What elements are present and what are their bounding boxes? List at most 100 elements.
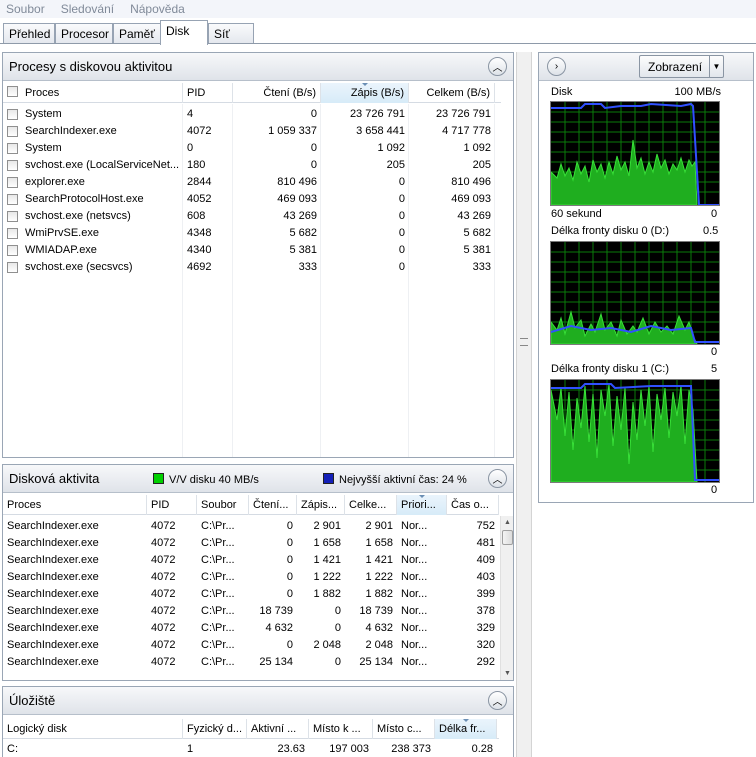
cell-read: 18 739 xyxy=(259,605,293,617)
col-header-read[interactable]: Čtení... xyxy=(249,495,297,515)
cell-pid: 4072 xyxy=(151,537,176,549)
cell-read: 5 682 xyxy=(289,227,317,239)
row-checkbox[interactable] xyxy=(7,177,18,188)
row-checkbox[interactable] xyxy=(7,194,18,205)
cell-write: 0 xyxy=(398,210,405,222)
cell-pid: 4072 xyxy=(151,622,176,634)
col-header-read[interactable]: Čtení (B/s) xyxy=(233,83,321,103)
panel-splitter[interactable] xyxy=(516,52,532,757)
scroll-up-arrow-icon[interactable]: ▲ xyxy=(501,516,513,529)
tab-network[interactable]: Síť xyxy=(208,23,254,43)
cell-pid: 4072 xyxy=(151,520,176,532)
processes-panel-header[interactable]: Procesy s diskovou aktivitou ︿ xyxy=(3,53,513,81)
row-checkbox[interactable] xyxy=(7,126,18,137)
row-checkbox[interactable] xyxy=(7,143,18,154)
cell-write: 2 901 xyxy=(313,520,341,532)
legend-active-swatch xyxy=(323,473,334,484)
col-header-total-space[interactable]: Místo c... xyxy=(373,719,435,739)
cell-pid: 4348 xyxy=(187,227,212,239)
row-checkbox[interactable] xyxy=(7,228,18,239)
col-header-write[interactable]: Zápis (B/s) xyxy=(321,83,409,103)
menu-item-monitor[interactable]: Sledování xyxy=(61,2,114,16)
cell-process: svchost.exe (netsvcs) xyxy=(3,208,183,225)
cell-write: 0 xyxy=(334,656,341,668)
col-header-process[interactable]: Proces xyxy=(3,495,147,515)
collapse-storage-button[interactable]: ︿ xyxy=(488,691,507,710)
row-checkbox[interactable] xyxy=(7,109,18,120)
tab-disk[interactable]: Disk xyxy=(160,20,208,45)
collapse-processes-button[interactable]: ︿ xyxy=(488,57,507,76)
cell-pid: 2844 xyxy=(187,176,212,188)
cell-write: 1 092 xyxy=(377,142,405,154)
disk-activity-panel-header[interactable]: Disková aktivita V/V disku 40 MB/s Nejvy… xyxy=(3,465,513,493)
cell-pid: 4072 xyxy=(151,639,176,651)
cell-write: 0 xyxy=(398,227,405,239)
cell-read: 0 xyxy=(310,142,317,154)
queue-c-graph-svg xyxy=(550,380,719,483)
cell-read: 5 381 xyxy=(289,244,317,256)
chevron-up-icon: ︿ xyxy=(492,697,503,708)
cell-file: C:\Pr... xyxy=(201,571,235,583)
disk-activity-table-body: SearchIndexer.exe 4072 C:\Pr... 0 2 901 2 901… xyxy=(3,516,499,680)
cell-file: C:\Pr... xyxy=(201,588,235,600)
chevron-up-icon: ︿ xyxy=(492,475,503,486)
tab-memory[interactable]: Paměť xyxy=(113,23,161,43)
dropdown-arrow-icon[interactable]: ▼ xyxy=(709,56,723,77)
cell-read: 25 134 xyxy=(259,656,293,668)
disk-graph-min: 0 xyxy=(711,208,718,220)
cell-write: 1 222 xyxy=(313,571,341,583)
col-header-process[interactable]: Proces xyxy=(3,83,183,103)
col-header-pid[interactable]: PID xyxy=(183,83,233,103)
col-header-write[interactable]: Zápis... xyxy=(297,495,345,515)
queue-d-graph-title: Délka fronty disku 0 (D:) xyxy=(551,225,669,237)
processes-panel-title: Procesy s diskovou aktivitou xyxy=(9,59,173,74)
tab-cpu[interactable]: Procesor xyxy=(55,23,113,43)
row-checkbox[interactable] xyxy=(7,262,18,273)
view-button[interactable]: Zobrazení ▼ xyxy=(639,55,724,78)
tab-overview[interactable]: Přehled xyxy=(3,23,55,43)
cell-read: 0 xyxy=(310,159,317,171)
cell-file: C:\Pr... xyxy=(201,622,235,634)
cell-read: 0 xyxy=(286,588,293,600)
cell-process: SearchIndexer.exe xyxy=(7,554,99,566)
row-checkbox[interactable] xyxy=(7,245,18,256)
cell-process: System xyxy=(3,140,183,157)
menu-bar: Soubor Sledování Nápověda xyxy=(0,0,756,18)
col-header-total[interactable]: Celke... xyxy=(345,495,397,515)
cell-file: C:\Pr... xyxy=(201,554,235,566)
col-header-logical-disk[interactable]: Logický disk xyxy=(3,719,183,739)
disk-activity-scrollbar[interactable]: ▲ ▼ xyxy=(500,516,513,680)
col-header-priority[interactable]: Priori... xyxy=(397,495,447,515)
disk-graph-max: 100 MB/s xyxy=(674,86,721,98)
storage-panel-header[interactable]: Úložiště ︿ xyxy=(3,687,513,715)
col-header-queue-length[interactable]: Délka fr... xyxy=(435,719,497,739)
col-header-total[interactable]: Celkem (B/s) xyxy=(409,83,495,103)
cell-priority: Nor... xyxy=(401,622,428,634)
col-header-pid[interactable]: PID xyxy=(147,495,197,515)
expand-graphs-button[interactable]: › xyxy=(547,57,566,76)
cell-total: 5 682 xyxy=(463,227,491,239)
cell-response-time: 403 xyxy=(476,571,495,583)
col-header-physical-disk[interactable]: Fyzický d... xyxy=(183,719,247,739)
row-checkbox[interactable] xyxy=(7,211,18,222)
cell-process: svchost.exe (LocalServiceNet... xyxy=(3,157,183,174)
cell-active-time: 23.63 xyxy=(277,743,305,755)
col-header-response-time[interactable]: Čas o... xyxy=(447,495,499,515)
row-checkbox[interactable] xyxy=(7,160,18,171)
col-header-available-space[interactable]: Místo k ... xyxy=(309,719,373,739)
menu-item-file[interactable]: Soubor xyxy=(6,2,45,16)
menu-item-help[interactable]: Nápověda xyxy=(130,2,185,16)
cell-logical-disk: C: xyxy=(7,743,18,755)
chevron-right-icon: › xyxy=(554,61,559,72)
cell-process: SearchIndexer.exe xyxy=(7,622,99,634)
select-all-checkbox[interactable] xyxy=(7,86,18,97)
cell-total-space: 238 373 xyxy=(391,743,431,755)
col-header-active-time[interactable]: Aktivní ... xyxy=(247,719,309,739)
col-header-file[interactable]: Soubor xyxy=(197,495,249,515)
scroll-down-arrow-icon[interactable]: ▼ xyxy=(501,667,513,680)
cell-pid: 4072 xyxy=(151,605,176,617)
legend-io: V/V disku 40 MB/s xyxy=(153,471,323,486)
scrollbar-thumb[interactable] xyxy=(502,530,513,545)
cell-total: 2 048 xyxy=(365,639,393,651)
collapse-disk-activity-button[interactable]: ︿ xyxy=(488,469,507,488)
